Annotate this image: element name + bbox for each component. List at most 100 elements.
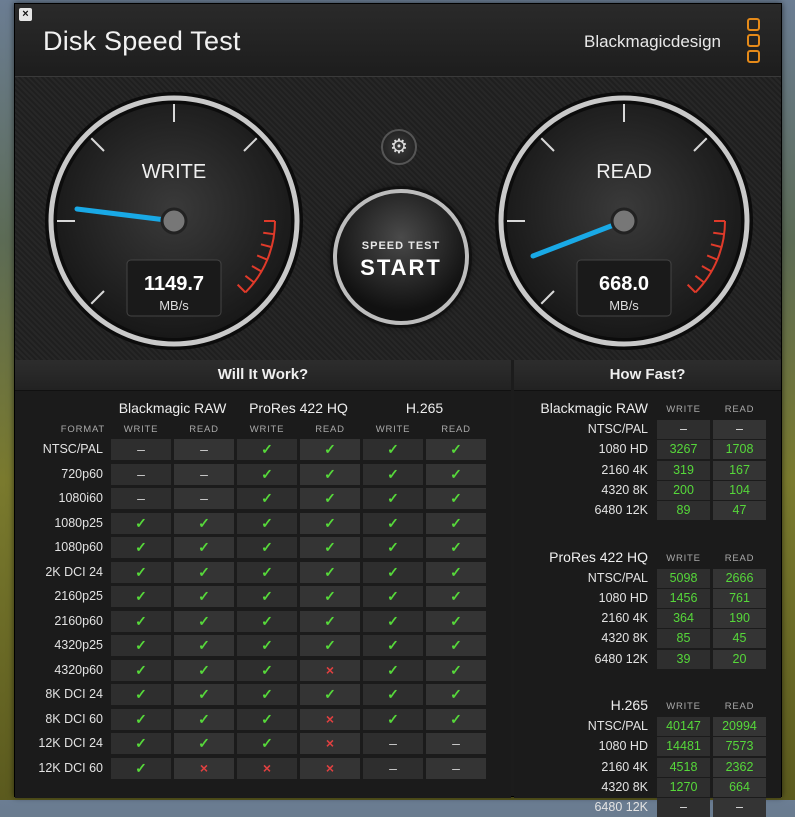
speed-write-cell: 364 (657, 609, 710, 629)
compat-cell: ✓ (426, 463, 486, 485)
compat-cell: – (426, 757, 486, 779)
compat-cell: ✓ (174, 708, 234, 730)
how-fast-title: How Fast? (514, 360, 781, 391)
speed-row-label: 1080 HD (598, 442, 648, 457)
speed-write-cell: – (657, 798, 710, 817)
compat-cell: ✓ (300, 537, 360, 558)
speed-write-cell: 85 (657, 629, 710, 649)
speed-read-cell: 2362 (713, 757, 766, 777)
speed-group-title: ProRes 422 HQ (549, 548, 648, 565)
close-button[interactable]: × (19, 8, 32, 21)
compat-cell: ✓ (174, 561, 234, 583)
app-window: × Disk Speed Test Blackmagicdesign WRITE (14, 3, 782, 817)
compat-cell: ✓ (237, 635, 297, 656)
compat-cell: ✓ (426, 659, 486, 681)
compat-cell: ✓ (237, 439, 297, 460)
speed-row-label: NTSC/PAL (587, 719, 648, 733)
read-column-label: READ (724, 701, 755, 712)
compat-cell: ✓ (111, 635, 171, 656)
compat-cell: × (300, 708, 360, 730)
compat-cell: × (300, 733, 360, 754)
title-bar: × Disk Speed Test Blackmagicdesign (15, 4, 781, 77)
compat-cell: ✓ (300, 561, 360, 583)
speed-read-cell: – (713, 420, 766, 439)
speed-write-cell: 1270 (657, 777, 710, 797)
settings-button[interactable]: ⚙ (381, 129, 417, 165)
compat-cell: ✓ (426, 586, 486, 607)
format-row-label: 12K DCI 60 (38, 760, 103, 775)
compat-cell: – (111, 439, 171, 460)
speed-row-label: NTSC/PAL (587, 422, 648, 436)
compat-cell: ✓ (111, 586, 171, 607)
format-row-label: 4320p60 (54, 662, 103, 677)
speed-row-label: 4320 8K (601, 482, 648, 497)
speed-write-cell: 39 (657, 649, 710, 669)
speed-row-label: 1080 HD (598, 590, 648, 605)
write-column-label: WRITE (123, 424, 159, 435)
speed-row-label: 6480 12K (594, 503, 648, 518)
speed-read-cell: 47 (713, 501, 766, 521)
compat-cell: ✓ (363, 561, 423, 583)
speed-write-cell: 5098 (657, 568, 710, 588)
brand-logo-icon (747, 18, 760, 66)
read-gauge-label: READ (596, 161, 652, 183)
compat-cell: ✓ (174, 610, 234, 632)
compat-cell: – (174, 488, 234, 509)
compat-cell: × (300, 659, 360, 681)
write-column-label: WRITE (249, 424, 285, 435)
compat-cell: ✓ (363, 708, 423, 730)
speed-row-label: 2160 4K (601, 611, 648, 626)
speed-read-cell: – (713, 798, 766, 817)
compat-cell: ✓ (237, 561, 297, 583)
write-speed-value: 1149.7 (144, 273, 204, 295)
speed-write-cell: 200 (657, 480, 710, 500)
read-column-label: READ (315, 424, 345, 435)
compat-cell: ✓ (363, 439, 423, 460)
read-column-label: READ (724, 404, 755, 415)
format-group-title: ProRes 422 HQ (249, 400, 348, 416)
compat-cell: × (237, 757, 297, 779)
format-row-label: NTSC/PAL (42, 442, 103, 456)
compat-cell: – (174, 439, 234, 460)
write-speed-unit: MB/s (159, 298, 189, 313)
compat-cell: ✓ (237, 659, 297, 681)
speed-read-cell: 20 (713, 649, 766, 669)
compat-cell: × (174, 757, 234, 779)
speed-row-label: 6480 12K (594, 651, 648, 666)
compat-cell: ✓ (237, 684, 297, 705)
will-it-work-title: Will It Work? (15, 360, 511, 391)
speed-row-label: 4320 8K (601, 779, 648, 794)
compat-cell: ✓ (111, 561, 171, 583)
format-column-label: FORMAT (60, 424, 105, 435)
compat-cell: ✓ (174, 537, 234, 558)
brand-logo-text: Blackmagicdesign (583, 32, 721, 51)
compat-cell: ✓ (237, 733, 297, 754)
speed-read-cell: 1708 (713, 440, 766, 460)
format-row-label: 1080i60 (58, 491, 104, 505)
compat-cell: ✓ (111, 537, 171, 558)
compat-cell: ✓ (300, 610, 360, 632)
speed-row-label: 2160 4K (601, 759, 648, 774)
speed-group-title: Blackmagic RAW (540, 400, 648, 416)
compat-cell: ✓ (111, 684, 171, 705)
speed-write-cell: – (657, 420, 710, 439)
start-speed-test-button[interactable]: SPEED TEST START (333, 189, 469, 325)
gear-icon: ⚙ (390, 136, 408, 158)
speed-write-cell: 319 (657, 460, 710, 480)
gauge-area: WRITE 1149.7 MB/s ⚙ SPEED TEST START REA… (15, 77, 781, 360)
speed-read-cell: 45 (713, 629, 766, 649)
speed-read-cell: 104 (713, 480, 766, 500)
speed-row-label: 2160 4K (601, 462, 648, 477)
compat-cell: ✓ (237, 512, 297, 534)
format-group-title: Blackmagic RAW (118, 400, 227, 416)
format-row-label: 1080p60 (54, 540, 103, 554)
compat-cell: ✓ (300, 439, 360, 460)
compat-cell: – (426, 733, 486, 754)
write-gauge: WRITE 1149.7 MB/s (43, 90, 305, 352)
write-gauge-dial: WRITE 1149.7 MB/s (45, 92, 303, 350)
write-column-label: WRITE (666, 701, 701, 712)
compat-cell: ✓ (426, 439, 486, 460)
compat-cell: ✓ (237, 488, 297, 509)
compat-cell: ✓ (237, 586, 297, 607)
speed-read-cell: 20994 (713, 717, 766, 736)
